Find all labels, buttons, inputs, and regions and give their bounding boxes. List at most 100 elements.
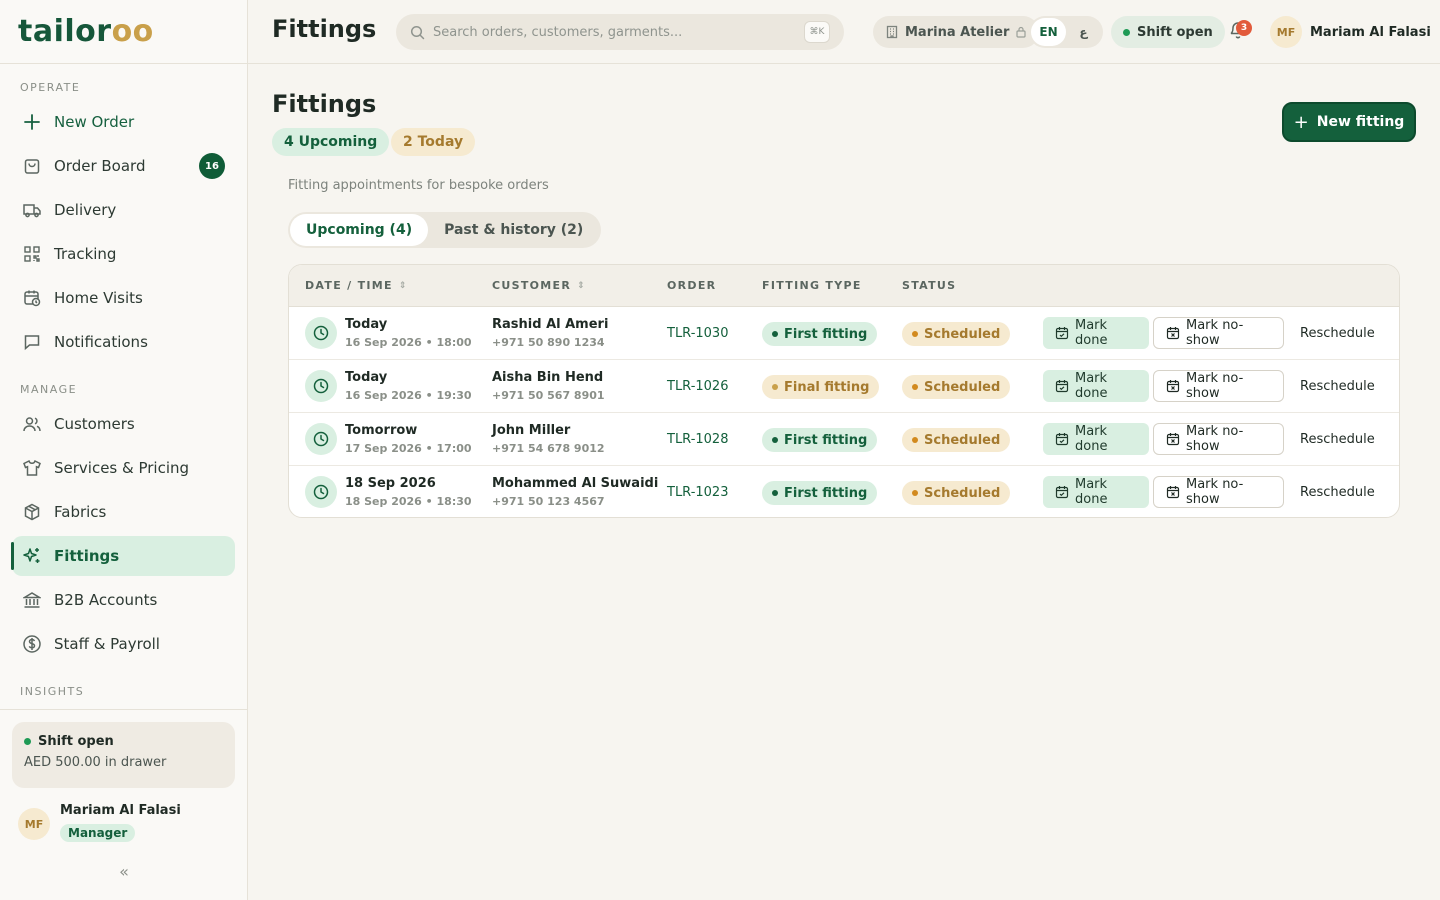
fitting-type-label: First fitting bbox=[784, 432, 868, 448]
header-title: Fittings bbox=[272, 15, 377, 43]
table-row: Tomorrow 17 Sep 2026 • 17:00 John Miller +… bbox=[289, 413, 1399, 466]
sidebar-item-label: B2B Accounts bbox=[54, 591, 158, 609]
fitting-type-label: Final fitting bbox=[784, 379, 870, 395]
avatar: MF bbox=[18, 808, 50, 840]
user-name: Mariam Al Falasi bbox=[1310, 24, 1431, 40]
sidebar-item-b2b-accounts[interactable]: B2B Accounts bbox=[12, 580, 235, 620]
sidebar-item-services-pricing[interactable]: Services & Pricing bbox=[12, 448, 235, 488]
sidebar-user[interactable]: MF Mariam Al Falasi Manager bbox=[18, 802, 181, 842]
sidebar-item-label: New Order bbox=[54, 113, 135, 131]
atelier-name: Marina Atelier bbox=[905, 24, 1010, 40]
mark-no-show-button[interactable]: Mark no-show bbox=[1153, 317, 1284, 349]
shift-status-card[interactable]: Shift open AED 500.00 in drawer bbox=[12, 722, 235, 788]
search-input[interactable] bbox=[433, 24, 793, 40]
language-toggle[interactable]: EN ع bbox=[1029, 16, 1103, 48]
tab-past-history[interactable]: Past & history (2) bbox=[428, 214, 599, 246]
sidebar-item-label: Staff & Payroll bbox=[54, 635, 160, 653]
button-label: Mark done bbox=[1075, 318, 1108, 348]
calendar-check-icon bbox=[1055, 379, 1069, 393]
sidebar-item-fittings[interactable]: Fittings bbox=[11, 536, 235, 576]
status-label: Scheduled bbox=[924, 485, 1001, 501]
mark-done-button[interactable]: Mark done bbox=[1043, 476, 1149, 508]
drawer-amount: AED 500.00 in drawer bbox=[24, 755, 167, 770]
section-label-operate: OPERATE bbox=[20, 81, 81, 94]
sidebar-item-notifications[interactable]: Notifications bbox=[12, 322, 235, 362]
sidebar: tailor oo OPERATE New Order Order Board 1… bbox=[0, 0, 248, 900]
sidebar-item-label: Tracking bbox=[54, 245, 117, 263]
customer-name: Aisha Bin Hend bbox=[492, 370, 604, 385]
fitting-type-label: First fitting bbox=[784, 326, 868, 342]
user-menu[interactable]: MF Mariam Al Falasi bbox=[1270, 16, 1431, 48]
top-bar: Fittings ⌘K Marina Atelier EN ع Shift op… bbox=[248, 0, 1440, 64]
fitting-day: Today bbox=[345, 317, 388, 332]
mark-done-button[interactable]: Mark done bbox=[1043, 317, 1149, 349]
button-label: Mark no-show bbox=[1186, 318, 1244, 348]
reschedule-button[interactable]: Reschedule bbox=[1288, 370, 1387, 402]
tailoroo-logo[interactable]: tailor oo bbox=[0, 0, 247, 64]
order-board-count-badge: 16 bbox=[199, 153, 225, 179]
customer-phone: +971 50 567 8901 bbox=[492, 389, 605, 402]
sidebar-item-tracking[interactable]: Tracking bbox=[12, 234, 235, 274]
customer-name: John Miller bbox=[492, 423, 571, 438]
column-header-label: CUSTOMER bbox=[492, 279, 572, 292]
main-content: Fittings 4 Upcoming 2 Today + New fittin… bbox=[248, 64, 1440, 900]
order-link[interactable]: TLR-1030 bbox=[667, 326, 728, 341]
mark-done-button[interactable]: Mark done bbox=[1043, 370, 1149, 402]
package-icon bbox=[22, 502, 42, 522]
sort-icon: ⇕ bbox=[398, 280, 408, 291]
reschedule-button[interactable]: Reschedule bbox=[1288, 317, 1387, 349]
sidebar-item-delivery[interactable]: Delivery bbox=[12, 190, 235, 230]
clock-icon bbox=[305, 370, 337, 402]
bank-icon bbox=[22, 590, 42, 610]
user-name: Mariam Al Falasi bbox=[60, 803, 181, 818]
calendar-clock-icon bbox=[22, 288, 42, 308]
order-link[interactable]: TLR-1026 bbox=[667, 379, 728, 394]
table-row: 18 Sep 2026 18 Sep 2026 • 18:30 Mohammed … bbox=[289, 466, 1399, 517]
column-header-customer[interactable]: CUSTOMER ⇕ bbox=[492, 279, 586, 292]
sidebar-item-label: Order Board bbox=[54, 157, 146, 175]
avatar: MF bbox=[1270, 16, 1302, 48]
sidebar-item-staff-payroll[interactable]: Staff & Payroll bbox=[12, 624, 235, 664]
order-link[interactable]: TLR-1028 bbox=[667, 432, 728, 447]
sidebar-item-customers[interactable]: Customers bbox=[12, 404, 235, 444]
section-label-manage: MANAGE bbox=[20, 383, 78, 396]
column-header-order: ORDER bbox=[667, 279, 717, 292]
column-header-date[interactable]: DATE / TIME ⇕ bbox=[305, 279, 408, 292]
shift-status-pill[interactable]: Shift open bbox=[1111, 16, 1225, 48]
customer-name: Mohammed Al Suwaidi bbox=[492, 476, 659, 491]
calendar-x-icon bbox=[1166, 326, 1180, 340]
status-label: Scheduled bbox=[924, 326, 1001, 342]
mark-no-show-button[interactable]: Mark no-show bbox=[1153, 370, 1284, 402]
search-bar[interactable]: ⌘K bbox=[396, 14, 844, 50]
status-badge: Scheduled bbox=[902, 375, 1011, 399]
tab-upcoming[interactable]: Upcoming (4) bbox=[290, 214, 429, 246]
reschedule-button[interactable]: Reschedule bbox=[1288, 476, 1387, 508]
order-link[interactable]: TLR-1023 bbox=[667, 485, 728, 500]
sidebar-item-new-order[interactable]: New Order bbox=[12, 102, 235, 142]
atelier-selector[interactable]: Marina Atelier bbox=[873, 16, 1040, 48]
keyboard-shortcut-hint: ⌘K bbox=[804, 21, 830, 43]
sidebar-item-home-visits[interactable]: Home Visits bbox=[12, 278, 235, 318]
mark-no-show-button[interactable]: Mark no-show bbox=[1153, 423, 1284, 455]
mark-done-button[interactable]: Mark done bbox=[1043, 423, 1149, 455]
role-badge: Manager bbox=[60, 824, 136, 842]
reschedule-button[interactable]: Reschedule bbox=[1288, 423, 1387, 455]
mark-no-show-button[interactable]: Mark no-show bbox=[1153, 476, 1284, 508]
new-fitting-button[interactable]: + New fitting bbox=[1282, 102, 1416, 142]
page-title: Fittings bbox=[272, 90, 377, 118]
today-count-badge: 2 Today bbox=[391, 128, 476, 156]
fitting-datetime: 18 Sep 2026 • 18:30 bbox=[345, 495, 472, 508]
sort-icon: ⇕ bbox=[577, 280, 586, 291]
fittings-table: DATE / TIME ⇕ CUSTOMER ⇕ ORDER FITTING TYP… bbox=[288, 264, 1400, 518]
lang-en-option[interactable]: EN bbox=[1031, 18, 1066, 46]
collapse-sidebar-icon[interactable]: « bbox=[114, 862, 134, 882]
lang-ar-option[interactable]: ع bbox=[1066, 18, 1101, 46]
fitting-datetime: 16 Sep 2026 • 19:30 bbox=[345, 389, 472, 402]
building-icon bbox=[885, 25, 899, 39]
notification-count-badge: 3 bbox=[1236, 20, 1252, 36]
sidebar-item-fabrics[interactable]: Fabrics bbox=[12, 492, 235, 532]
users-icon bbox=[22, 414, 42, 434]
sidebar-item-order-board[interactable]: Order Board 16 bbox=[12, 146, 235, 186]
calendar-x-icon bbox=[1166, 379, 1180, 393]
customer-name: Rashid Al Ameri bbox=[492, 317, 609, 332]
